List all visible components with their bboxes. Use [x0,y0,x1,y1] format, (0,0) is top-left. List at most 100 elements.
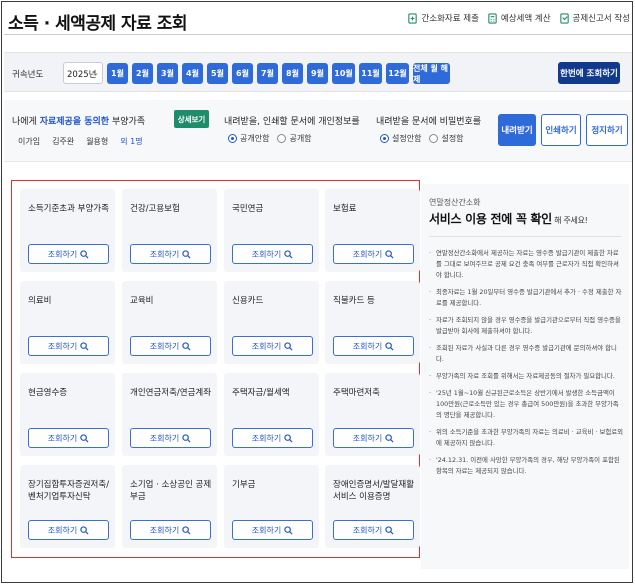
category-label: 주택자금/월세액 [232,388,290,398]
dependent-name: 월용형 [86,137,109,146]
category-search-button[interactable]: 조회하기 [232,244,313,264]
month-button-10[interactable]: 10월 [332,63,355,84]
notice-item: 최종자료는 1월 20일부터 영수증 발급기관에서 추가 · 수정 제출한 자료… [429,287,623,309]
notice-item: '25년 1월~10월 신규된근로소득은 상반기에서 발생한 소득금액이 100… [429,388,623,421]
category-search-button-label: 조회하기 [47,525,78,535]
search-icon [385,341,394,351]
category-search-button-label: 조회하기 [149,341,180,351]
category-search-button-label: 조회하기 [47,249,78,259]
category-search-button[interactable]: 조회하기 [28,520,109,540]
month-button-8[interactable]: 8월 [282,63,303,84]
more-dependents-link[interactable]: 외 1명 [120,136,142,147]
month-button-7[interactable]: 7월 [257,63,278,84]
category-search-button[interactable]: 조회하기 [232,336,313,356]
personal-info-hide-radio[interactable]: 공개안함 [228,133,269,144]
notice-item: 위의 소득기준을 초과한 부양가족의 자료는 의료비 · 교육비 · 보험료외에… [429,427,623,449]
month-button-4[interactable]: 4월 [182,63,203,84]
category-card: 장기집합투자증권저축/벤처기업투자신탁조회하기 [20,465,115,548]
category-search-button[interactable]: 조회하기 [333,244,414,264]
category-search-button-label: 조회하기 [251,341,282,351]
month-button-5[interactable]: 5월 [207,63,228,84]
category-search-button[interactable]: 조회하기 [130,428,211,448]
month-button-1[interactable]: 1월 [107,63,128,84]
search-icon [80,249,89,259]
month-button-2[interactable]: 2월 [132,63,153,84]
page-header: 소득 · 세액공제 자료 조회 간소화자료 제출 예상세액 계산 공제신고서 작… [4,5,632,35]
category-search-button[interactable]: 조회하기 [232,520,313,540]
category-search-button[interactable]: 조회하기 [130,336,211,356]
month-button-12[interactable]: 12월 [386,63,409,84]
all-months-clear-button[interactable]: 전체 월 해제 [413,63,450,84]
month-button-3[interactable]: 3월 [157,63,178,84]
notice-panel: 연말정산간소화 서비스 이용 전에 꼭 확인 해 주세요! 연말정산간소화에서 … [421,184,629,569]
category-label: 장애인증명서/발달재활서비스 이용증명 [333,480,415,502]
category-search-button[interactable]: 조회하기 [232,428,313,448]
deduction-category-grid: 소득기준초과 부양가족 조회하기 건강/고용보험 조회하기 국민연금 조회하기 보험료 조회하… [11,180,420,558]
dependent-name: 김주완 [52,137,75,146]
submit-data-link[interactable]: 간소화자료 제출 [407,12,479,24]
app-frame: 소득 · 세액공제 자료 조회 간소화자료 제출 예상세액 계산 공제신고서 작… [1,1,633,583]
search-icon [284,525,293,535]
detail-view-button[interactable]: 상세보기 [174,110,209,128]
category-card: 직불카드 등조회하기 [325,281,420,364]
category-search-button-label: 조회하기 [251,433,282,443]
write-form-link[interactable]: 공제신고서 작성 [559,12,630,24]
category-label: 교육비 [130,296,154,306]
consent-dependents-title: 나에게 자료제공을 동의한 부양가족 [12,117,146,127]
category-search-button-label: 조회하기 [352,341,383,351]
password-radio-group: 설정안함 설정함 [380,133,464,144]
category-search-button[interactable]: 조회하기 [333,336,414,356]
category-card: 국민연금 조회하기 [224,189,319,272]
category-label: 보험료 [333,204,357,214]
category-card: 기부금 조회하기 [224,465,319,548]
category-label: 건강/고용보험 [130,204,180,214]
notice-list: 연말정산간소화에서 제공하는 자료는 영수증 발급기관이 제출한 자료를 그대로… [429,248,623,483]
category-label: 소득기준초과 부양가족 [28,204,109,214]
category-label: 의료비 [28,296,52,306]
category-search-button-label: 조회하기 [149,525,180,535]
category-label: 장기집합투자증권저축/벤처기업투자신탁 [28,480,110,502]
radio-unchecked-icon [429,134,439,143]
print-button[interactable]: 인쇄하기 [541,114,581,146]
year-select[interactable]: 2025년 ⌄ [63,62,103,84]
year-value: 2025년 [67,70,97,80]
category-search-button[interactable]: 조회하기 [333,428,414,448]
category-search-button-label: 조회하기 [47,341,78,351]
password-off-radio[interactable]: 설정안함 [380,133,421,144]
estimate-tax-link[interactable]: 예상세액 계산 [487,12,551,24]
calculator-icon [488,12,497,24]
category-search-button[interactable]: 조회하기 [28,428,109,448]
category-search-button[interactable]: 조회하기 [130,520,211,540]
search-icon [182,249,191,259]
search-icon [284,433,293,443]
notice-title: 서비스 이용 전에 꼭 확인 해 주세요! [429,212,588,226]
notice-item: '24.12.31. 이전에 사망한 부양가족의 경우, 해당 부양가족이 포함… [429,455,623,477]
category-search-button[interactable]: 조회하기 [130,244,211,264]
category-label: 현금영수증 [28,388,68,398]
personal-info-radio-group: 공개안함 공개함 [228,133,312,144]
year-label: 귀속년도 [12,70,44,80]
category-search-button[interactable]: 조회하기 [28,244,109,264]
download-button[interactable]: 내려받기 [498,114,536,146]
category-card: 의료비조회하기 [20,281,115,364]
estimate-tax-link-label: 예상세액 계산 [500,14,551,24]
password-on-radio[interactable]: 설정함 [429,133,464,144]
search-icon [80,341,89,351]
email-button[interactable]: 정지하기 [586,114,628,146]
search-all-button[interactable]: 한번에 조회하기 [558,62,620,84]
form-write-icon [559,12,569,24]
category-search-button[interactable]: 조회하기 [28,336,109,356]
category-card: 소득기준초과 부양가족조회하기 [20,189,115,272]
month-button-11[interactable]: 11월 [359,63,382,84]
search-icon [182,341,191,351]
personal-info-show-radio[interactable]: 공개함 [277,133,312,144]
month-button-9[interactable]: 9월 [307,63,328,84]
chevron-down-icon: ⌄ [93,69,99,77]
category-search-button[interactable]: 조회하기 [333,520,414,540]
write-form-link-label: 공제신고서 작성 [572,14,630,24]
category-card: 주택마련저축 조회하기 [325,373,420,456]
password-option-title: 내려받을 문서에 비밀번호를 [376,117,482,127]
month-button-6[interactable]: 6월 [232,63,253,84]
document-submit-icon [408,12,418,24]
category-label: 직불카드 등 [333,296,375,306]
